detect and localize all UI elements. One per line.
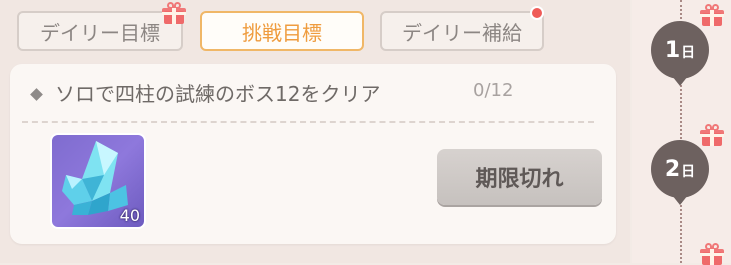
day-unit: 日 xyxy=(681,45,696,61)
tab-daily-supply[interactable]: デイリー補給 xyxy=(380,11,544,51)
day-marker-2[interactable]: 2日 xyxy=(651,140,709,198)
gift-icon xyxy=(162,2,186,24)
day-unit: 日 xyxy=(681,164,696,180)
gift-icon xyxy=(700,124,724,146)
tab-challenge-goals[interactable]: 挑戦目標 xyxy=(200,11,364,51)
day-number: 2 xyxy=(664,156,681,182)
mission-title: ソロで四柱の試練のボス12をクリア xyxy=(55,82,381,106)
marker-tail xyxy=(672,195,688,205)
day-number: 1 xyxy=(664,37,681,63)
reward-item[interactable]: 40 xyxy=(50,133,146,229)
divider xyxy=(22,121,594,123)
tab-daily-goals[interactable]: デイリー目標 xyxy=(17,11,183,51)
quest-panel: デイリー目標 挑戦目標 デイリー補給 ソロで四柱の試練のボス12をクリア 0/1… xyxy=(0,0,630,263)
day-marker-1[interactable]: 1日 xyxy=(651,21,709,79)
gift-icon xyxy=(700,243,724,265)
expired-button[interactable]: 期限切れ xyxy=(437,149,602,205)
gift-icon xyxy=(700,4,724,26)
reward-quantity: 40 xyxy=(119,206,140,225)
mission-progress: 0/12 xyxy=(473,80,514,101)
bullet-diamond-icon xyxy=(30,88,43,101)
mission-card: ソロで四柱の試練のボス12をクリア 0/12 40 期限切れ xyxy=(10,64,616,244)
marker-tail xyxy=(672,76,688,86)
notification-dot xyxy=(530,6,544,20)
